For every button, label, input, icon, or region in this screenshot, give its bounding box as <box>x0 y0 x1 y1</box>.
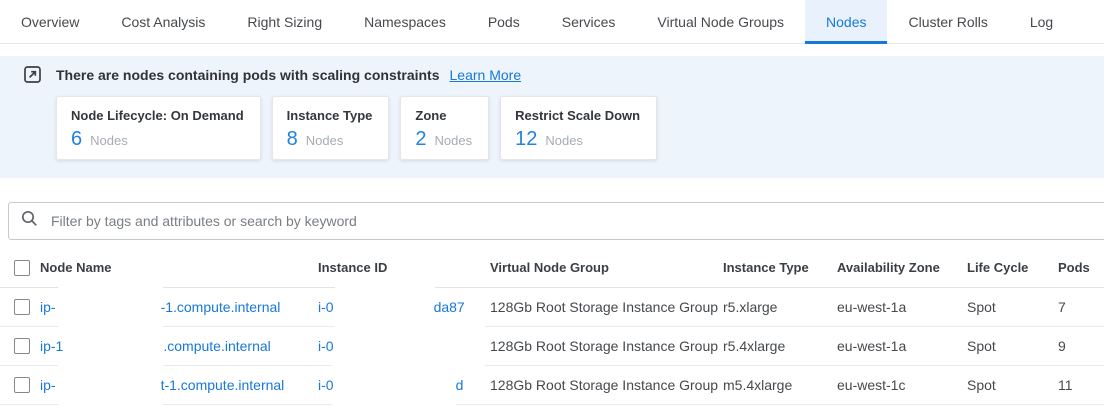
tab-cost-analysis[interactable]: Cost Analysis <box>100 0 226 43</box>
instance-type-cell: m5.4xlarge <box>723 377 837 393</box>
availability-zone-cell: eu-west-1a <box>837 338 967 354</box>
card-title: Zone <box>415 108 472 123</box>
card-count: 12 <box>515 128 537 151</box>
instance-type-cell: r5.4xlarge <box>723 338 837 354</box>
scaling-constraints-banner: There are nodes containing pods with sca… <box>0 56 1104 178</box>
card-title: Instance Type <box>287 108 373 123</box>
card-title: Node Lifecycle: On Demand <box>71 108 244 123</box>
column-header-instance-id: Instance ID <box>318 260 490 275</box>
column-header-pods: Pods <box>1058 260 1104 275</box>
filter-search-bar <box>8 202 1104 240</box>
pods-cell: 9 <box>1058 338 1104 354</box>
row-checkbox[interactable] <box>14 299 30 315</box>
node-name-link[interactable]: ip--1.compute.internal <box>40 299 318 315</box>
instance-id-link[interactable]: i-0d <box>318 377 490 393</box>
tab-bar: Overview Cost Analysis Right Sizing Name… <box>0 0 1104 44</box>
table-header-row: Node Name Instance ID Virtual Node Group… <box>0 248 1104 288</box>
availability-zone-cell: eu-west-1c <box>837 377 967 393</box>
row-checkbox[interactable] <box>14 377 30 393</box>
row-checkbox[interactable] <box>14 338 30 354</box>
card-node-lifecycle[interactable]: Node Lifecycle: On Demand 6 Nodes <box>56 96 261 160</box>
tab-services[interactable]: Services <box>541 0 637 43</box>
banner-header: There are nodes containing pods with sca… <box>0 56 1104 83</box>
tab-log[interactable]: Log <box>1009 0 1074 43</box>
card-zone[interactable]: Zone 2 Nodes <box>400 96 489 160</box>
column-header-availability-zone: Availability Zone <box>837 260 967 275</box>
instance-id-link[interactable]: i-0da87 <box>318 299 490 315</box>
nodes-table: Node Name Instance ID Virtual Node Group… <box>0 248 1104 405</box>
column-header-virtual-node-group: Virtual Node Group <box>490 260 723 275</box>
scale-constraint-icon <box>24 66 41 83</box>
availability-zone-cell: eu-west-1a <box>837 299 967 315</box>
card-unit: Nodes <box>306 133 344 148</box>
card-unit: Nodes <box>90 133 128 148</box>
column-header-instance-type: Instance Type <box>723 260 837 275</box>
tab-overview[interactable]: Overview <box>0 0 100 43</box>
learn-more-link[interactable]: Learn More <box>450 67 522 83</box>
node-name-link[interactable]: ip-1.compute.internal <box>40 338 318 354</box>
card-restrict-scale-down[interactable]: Restrict Scale Down 12 Nodes <box>500 96 657 160</box>
tab-nodes[interactable]: Nodes <box>805 0 887 43</box>
card-count: 8 <box>287 128 298 151</box>
card-count: 2 <box>415 128 426 151</box>
instance-type-cell: r5.xlarge <box>723 299 837 315</box>
life-cycle-cell: Spot <box>967 377 1058 393</box>
card-unit: Nodes <box>435 133 473 148</box>
card-title: Restrict Scale Down <box>515 108 640 123</box>
tab-cluster-rolls[interactable]: Cluster Rolls <box>887 0 1008 43</box>
table-row: ip--1.compute.internal i-0da87 128Gb Roo… <box>0 288 1104 327</box>
instance-id-link[interactable]: i-0 <box>318 338 490 354</box>
tab-virtual-node-groups[interactable]: Virtual Node Groups <box>636 0 805 43</box>
pods-cell: 7 <box>1058 299 1104 315</box>
pods-cell: 11 <box>1058 377 1104 393</box>
node-name-link[interactable]: ip-t-1.compute.internal <box>40 377 318 393</box>
tab-pods[interactable]: Pods <box>467 0 541 43</box>
table-row: ip-t-1.compute.internal i-0d 128Gb Root … <box>0 366 1104 405</box>
select-all-checkbox[interactable] <box>14 260 30 276</box>
banner-message: There are nodes containing pods with sca… <box>56 67 440 83</box>
column-header-life-cycle: Life Cycle <box>967 260 1058 275</box>
search-input[interactable] <box>49 212 1093 230</box>
card-instance-type[interactable]: Instance Type 8 Nodes <box>272 96 390 160</box>
life-cycle-cell: Spot <box>967 299 1058 315</box>
constraint-cards: Node Lifecycle: On Demand 6 Nodes Instan… <box>56 96 657 160</box>
table-row: ip-1.compute.internal i-0 128Gb Root Sto… <box>0 327 1104 366</box>
virtual-node-group-cell: 128Gb Root Storage Instance Group <box>490 299 723 315</box>
tab-namespaces[interactable]: Namespaces <box>343 0 467 43</box>
life-cycle-cell: Spot <box>967 338 1058 354</box>
virtual-node-group-cell: 128Gb Root Storage Instance Group <box>490 377 723 393</box>
column-header-node-name: Node Name <box>40 260 318 275</box>
card-count: 6 <box>71 128 82 151</box>
virtual-node-group-cell: 128Gb Root Storage Instance Group <box>490 338 723 354</box>
card-unit: Nodes <box>545 133 583 148</box>
search-icon <box>21 210 38 232</box>
tab-right-sizing[interactable]: Right Sizing <box>226 0 343 43</box>
